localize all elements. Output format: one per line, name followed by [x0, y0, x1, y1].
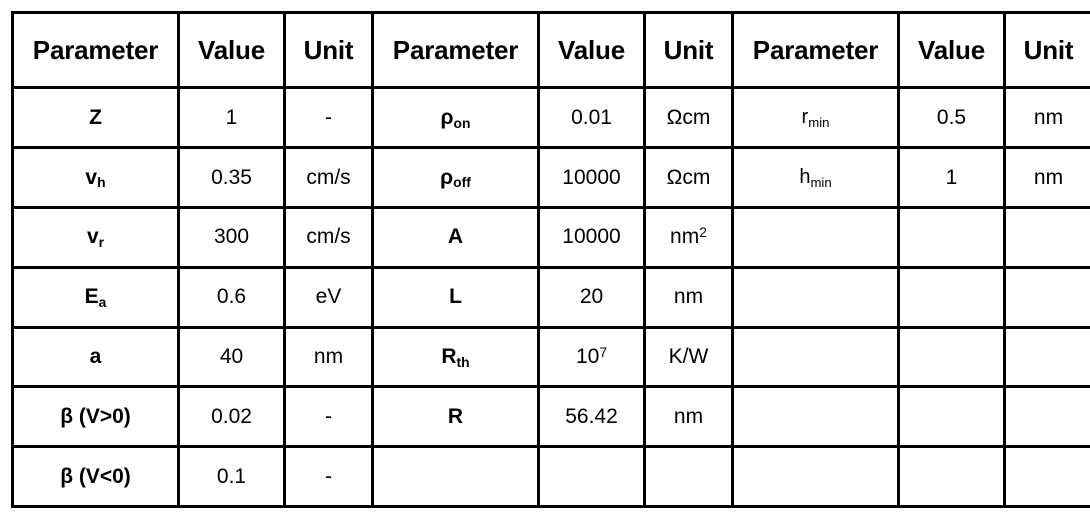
empty-cell — [731, 325, 900, 389]
table-row: Ea 0.6 eV L 20 nm — [11, 265, 1090, 329]
empty-cell — [897, 205, 1006, 269]
parameter-name-cell: hmin — [731, 146, 900, 209]
parameter-name-cell: rmin — [731, 86, 900, 150]
parameter-value-cell: 56.42 — [537, 385, 646, 449]
parameter-value-cell: 40 — [177, 325, 286, 389]
empty-cell — [897, 325, 1006, 389]
parameter-name-cell: β (V>0) — [11, 385, 180, 449]
subscript: min — [810, 174, 832, 190]
parameter-value-cell: 107 — [537, 325, 646, 389]
parameter-unit-cell: nm — [283, 325, 374, 389]
column-header-value-1: Value — [177, 10, 286, 90]
parameter-value-cell: 0.6 — [177, 265, 286, 329]
column-header-parameter-2: Parameter — [371, 10, 540, 90]
parameter-unit-cell: cm/s — [283, 205, 374, 269]
parameter-unit-cell: nm — [1003, 146, 1090, 209]
parameter-unit-cell: K/W — [643, 325, 734, 389]
parameter-unit-cell: - — [283, 86, 374, 150]
parameter-value-cell: 300 — [177, 205, 286, 269]
parameter-unit-cell: - — [283, 385, 374, 449]
subscript: on — [453, 114, 471, 131]
parameter-name-cell: Rth — [371, 325, 540, 389]
empty-cell — [731, 445, 900, 508]
parameter-table-body: Parameter Value Unit Parameter Value Unit Para… — [11, 10, 1090, 508]
parameter-name-cell: ρoff — [371, 146, 540, 209]
table-row: Z 1- ρon 0.01 Ωcm rmin 0.5 nm — [11, 86, 1090, 150]
parameter-unit-cell: - — [283, 445, 374, 508]
parameter-value-cell: 0.01 — [537, 86, 646, 150]
parameter-unit-cell: nm — [643, 385, 734, 449]
empty-cell — [371, 445, 540, 508]
subscript: min — [808, 114, 830, 130]
parameter-unit-cell: nm — [1003, 86, 1090, 150]
empty-cell — [731, 265, 900, 329]
parameter-name-cell: ρon — [371, 86, 540, 150]
parameter-value-cell: 0.5 — [897, 86, 1006, 150]
empty-cell — [643, 445, 734, 508]
table-row: a 40 nm Rth 107 K/W — [11, 325, 1090, 389]
empty-cell — [897, 265, 1006, 329]
column-header-parameter-1: Parameter — [11, 10, 180, 90]
parameter-table: Parameter Value Unit Parameter Value Unit Para… — [11, 10, 1090, 508]
parameter-value-cell: 10000 — [537, 146, 646, 209]
empty-cell — [897, 385, 1006, 449]
parameter-value-cell: 0.1 — [177, 445, 286, 508]
table-row: β (V<0) 0.1- — [11, 445, 1090, 508]
empty-cell — [1003, 265, 1090, 329]
empty-cell — [537, 445, 646, 508]
subscript: th — [456, 353, 470, 370]
parameter-name-cell: vh — [11, 146, 180, 209]
parameter-name-cell: A — [371, 205, 540, 269]
parameter-name-cell: Z — [11, 86, 180, 150]
parameter-unit-cell: cm/s — [283, 146, 374, 209]
empty-cell — [1003, 385, 1090, 449]
parameter-value-cell: 1 — [177, 86, 286, 150]
parameter-name-cell: a — [11, 325, 180, 389]
column-header-unit-1: Unit — [283, 10, 374, 90]
column-header-value-3: Value — [897, 10, 1006, 90]
parameter-unit-cell: nm — [643, 265, 734, 329]
superscript: 2 — [699, 223, 707, 240]
parameter-table-container: Parameter Value Unit Parameter Value Unit Para… — [11, 10, 1090, 508]
parameter-name-cell: L — [371, 265, 540, 329]
parameter-name-cell: β (V<0) — [11, 445, 180, 508]
parameter-unit-cell: eV — [283, 265, 374, 329]
empty-cell — [1003, 325, 1090, 389]
column-header-unit-2: Unit — [643, 10, 734, 90]
parameter-value-cell: 10000 — [537, 205, 646, 269]
table-row: vh 0.35 cm/s ρoff 10000 Ωcm hmin 1 nm — [11, 146, 1090, 209]
parameter-value-cell: 0.35 — [177, 146, 286, 209]
parameter-name-cell: vr — [11, 205, 180, 269]
parameter-unit-cell: Ωcm — [643, 86, 734, 150]
column-header-parameter-3: Parameter — [731, 10, 900, 90]
parameter-name-cell: Ea — [11, 265, 180, 329]
parameter-value-cell: 0.02 — [177, 385, 286, 449]
subscript: r — [98, 234, 105, 251]
empty-cell — [731, 385, 900, 449]
table-header-row: Parameter Value Unit Parameter Value Unit Para… — [11, 10, 1090, 90]
table-row: β (V>0) 0.02- R 56.42 nm — [11, 385, 1090, 449]
column-header-value-2: Value — [537, 10, 646, 90]
column-header-unit-3: Unit — [1003, 10, 1090, 90]
subscript: a — [98, 293, 107, 310]
parameter-unit-cell: nm2 — [643, 205, 734, 269]
superscript: 7 — [599, 343, 608, 360]
parameter-value-cell: 20 — [537, 265, 646, 329]
subscript: h — [97, 174, 106, 191]
empty-cell — [1003, 205, 1090, 269]
subscript: off — [453, 174, 471, 191]
parameter-name-cell: R — [371, 385, 540, 449]
empty-cell — [731, 205, 900, 269]
table-row: vr 300 cm/s A 10000 nm2 — [11, 205, 1090, 269]
parameter-value-cell: 1 — [897, 146, 1006, 209]
empty-cell — [897, 445, 1006, 508]
parameter-unit-cell: Ωcm — [643, 146, 734, 209]
empty-cell — [1003, 445, 1090, 508]
